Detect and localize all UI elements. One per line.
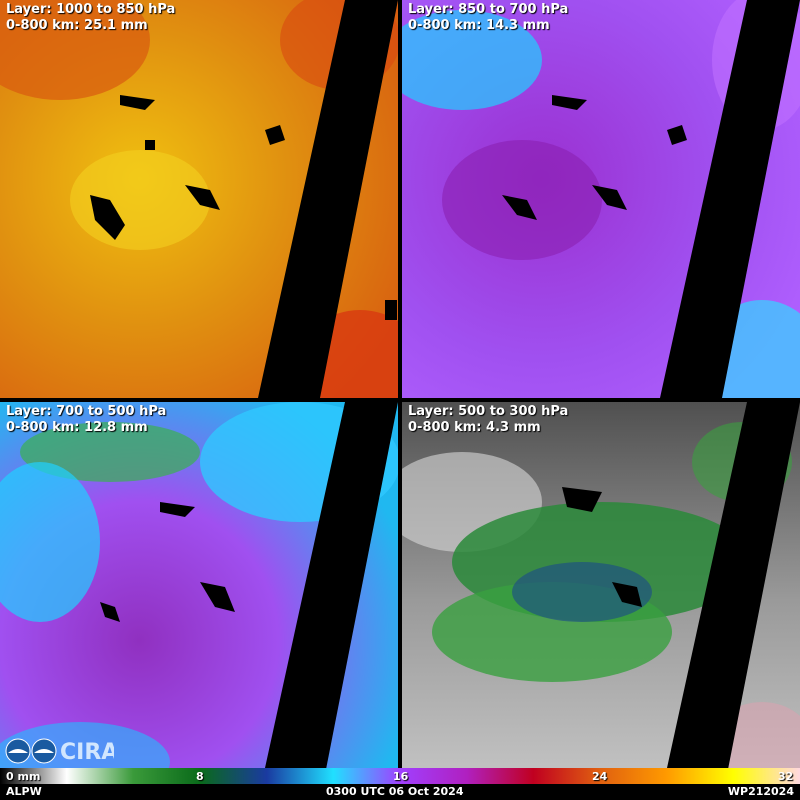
colorbar-ticks: 0 mm 8 16 24 32 <box>0 770 800 784</box>
layer-stat: 0-800 km: 4.3 mm <box>408 420 541 435</box>
layer-stat: 0-800 km: 12.8 mm <box>6 420 148 435</box>
layer-label: Layer: 1000 to 850 hPa <box>6 2 176 17</box>
footer-bar: ALPW 0300 UTC 06 Oct 2024 WP212024 <box>0 784 800 800</box>
layer-label: Layer: 850 to 700 hPa <box>408 2 569 17</box>
storm-id: WP212024 <box>727 785 794 798</box>
layer-label: Layer: 700 to 500 hPa <box>6 404 167 419</box>
panel-500-300: Layer: 500 to 300 hPa 0-800 km: 4.3 mm <box>402 402 800 800</box>
panel-850-700: Layer: 850 to 700 hPa 0-800 km: 14.3 mm <box>402 0 800 398</box>
cira-noaa-logo: CIRA <box>5 738 114 765</box>
moisture-map-850-700 <box>402 0 800 398</box>
layer-stat: 0-800 km: 14.3 mm <box>408 18 550 33</box>
product-name: ALPW <box>6 785 42 798</box>
colorbar-tick: 8 <box>196 770 204 783</box>
colorbar-tick: 0 mm <box>6 770 41 783</box>
cira-logo-text: CIRA <box>60 740 114 765</box>
layer-label: Layer: 500 to 300 hPa <box>408 404 569 419</box>
colorbar-tick: 32 <box>778 770 794 783</box>
colorbar-tick: 24 <box>592 770 608 783</box>
colorbar-tick: 16 <box>393 770 409 783</box>
moisture-map-1000-850 <box>0 0 398 398</box>
valid-time: 0300 UTC 06 Oct 2024 <box>326 785 464 798</box>
panel-1000-850: Layer: 1000 to 850 hPa 0-800 km: 25.1 mm <box>0 0 398 398</box>
layer-stat: 0-800 km: 25.1 mm <box>6 18 148 33</box>
moisture-map-500-300 <box>402 402 800 800</box>
